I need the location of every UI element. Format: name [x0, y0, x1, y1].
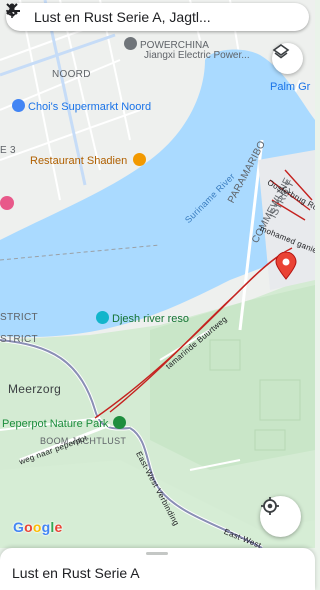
poi-djesh-name: Djesh river reso [112, 313, 190, 325]
poi-chois-name: Choi's Supermarkt Noord [28, 101, 152, 113]
poi-pin-icon [124, 37, 137, 50]
map-pin-icon [275, 252, 297, 280]
poi-restaurant-shadien[interactable]: Restaurant Shadien [30, 153, 149, 167]
poi-pink-marker[interactable] [0, 196, 17, 211]
area-district-label-2: STRICT [0, 334, 38, 345]
place-title: Lust en Rust Serie A [12, 565, 140, 581]
close-icon[interactable] [6, 3, 281, 31]
mic-icon[interactable] [6, 3, 309, 31]
area-meerzorg-label: Meerzorg [8, 382, 62, 396]
shopping-cart-icon [12, 99, 25, 112]
area-e3-label: E 3 [0, 145, 16, 156]
poi-shadien-name: Restaurant Shadien [30, 155, 128, 167]
poi-djesh-river-resort[interactable]: Djesh river reso [96, 311, 189, 325]
layers-button[interactable] [272, 43, 303, 74]
search-query[interactable]: Lust en Rust Serie A, Jagtl... [34, 9, 253, 25]
map-view[interactable]: NOORD E 3 STRICT STRICT PARAMARIBO COMME… [0, 0, 315, 548]
poi-powerchina[interactable]: POWERCHINA [124, 37, 209, 51]
poi-palm[interactable]: Palm Gr [270, 81, 310, 93]
sheet-drag-handle[interactable] [146, 552, 168, 555]
restaurant-icon [133, 153, 147, 166]
my-location-button[interactable] [260, 496, 301, 537]
google-logo: Google [13, 519, 63, 535]
shopping-bag-icon [0, 196, 14, 210]
poi-peperpot-name: Peperpot Nature Park [2, 418, 109, 430]
poi-peperpot-nature-park[interactable]: Peperpot Nature Park [2, 416, 129, 430]
park-tree-icon [113, 416, 127, 429]
search-bar[interactable]: Lust en Rust Serie A, Jagtl... [6, 3, 309, 31]
map-canvas [0, 0, 315, 548]
poi-powerchina-sub: Jiangxi Electric Power... [144, 50, 250, 61]
hotel-icon [96, 311, 109, 324]
place-bottom-sheet[interactable]: Lust en Rust Serie A [0, 548, 315, 590]
my-location-icon [261, 497, 279, 515]
layers-icon [272, 44, 290, 59]
area-district-label: STRICT [0, 312, 38, 323]
poi-chois-supermarkt[interactable]: Choi's Supermarkt Noord [12, 99, 151, 113]
area-noord-label: NOORD [52, 69, 91, 80]
